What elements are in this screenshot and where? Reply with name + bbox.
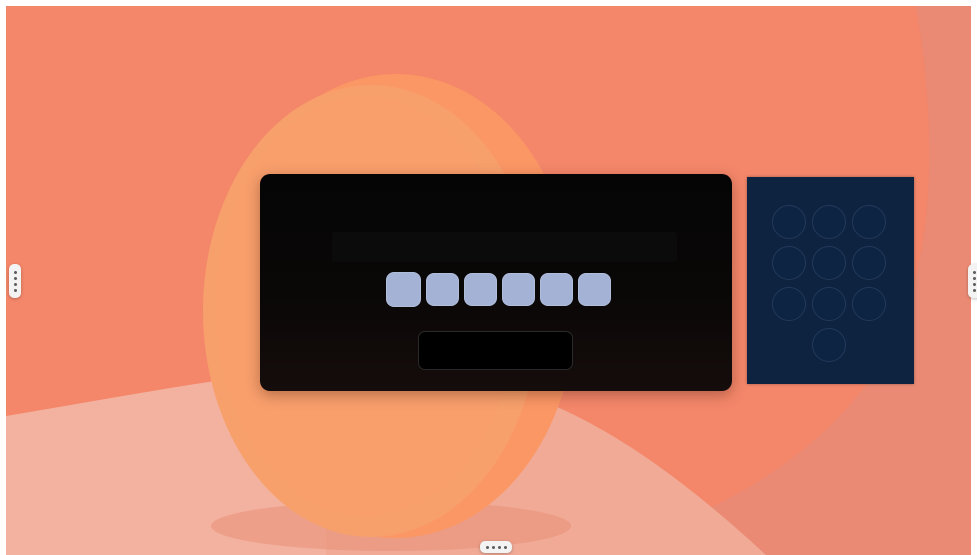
pin-entry-row[interactable] [386, 272, 611, 307]
dot-icon [972, 282, 976, 286]
keypad-key[interactable] [812, 205, 846, 239]
bottom-edge-handle[interactable] [480, 541, 512, 553]
pin-slot[interactable] [426, 273, 459, 306]
passcode-window [260, 174, 732, 391]
keypad-grid [772, 205, 890, 362]
keypad-key[interactable] [772, 287, 806, 321]
pin-slot[interactable] [578, 273, 611, 306]
dot-icon [13, 282, 17, 286]
dot-icon [485, 545, 489, 549]
keypad-key[interactable] [852, 205, 886, 239]
passcode-header [332, 232, 677, 262]
keypad-key[interactable] [812, 246, 846, 280]
keypad-key[interactable] [812, 287, 846, 321]
keypad-key[interactable] [772, 246, 806, 280]
dot-icon [972, 288, 976, 292]
pin-slot[interactable] [502, 273, 535, 306]
keypad-key[interactable] [812, 328, 846, 362]
dot-icon [13, 276, 17, 280]
right-edge-handle[interactable] [968, 264, 977, 298]
dot-icon [972, 276, 976, 280]
pin-slot[interactable] [386, 272, 421, 307]
dot-icon [497, 545, 501, 549]
pin-slot[interactable] [540, 273, 573, 306]
dot-icon [503, 545, 507, 549]
dot-icon [972, 270, 976, 274]
keypad-key[interactable] [772, 205, 806, 239]
keypad-window [747, 177, 914, 384]
left-edge-handle[interactable] [9, 264, 21, 298]
dot-icon [491, 545, 495, 549]
dot-icon [13, 288, 17, 292]
keypad-key[interactable] [852, 287, 886, 321]
unlock-button[interactable] [418, 331, 573, 370]
dot-icon [13, 270, 17, 274]
keypad-key[interactable] [852, 246, 886, 280]
pin-slot[interactable] [464, 273, 497, 306]
